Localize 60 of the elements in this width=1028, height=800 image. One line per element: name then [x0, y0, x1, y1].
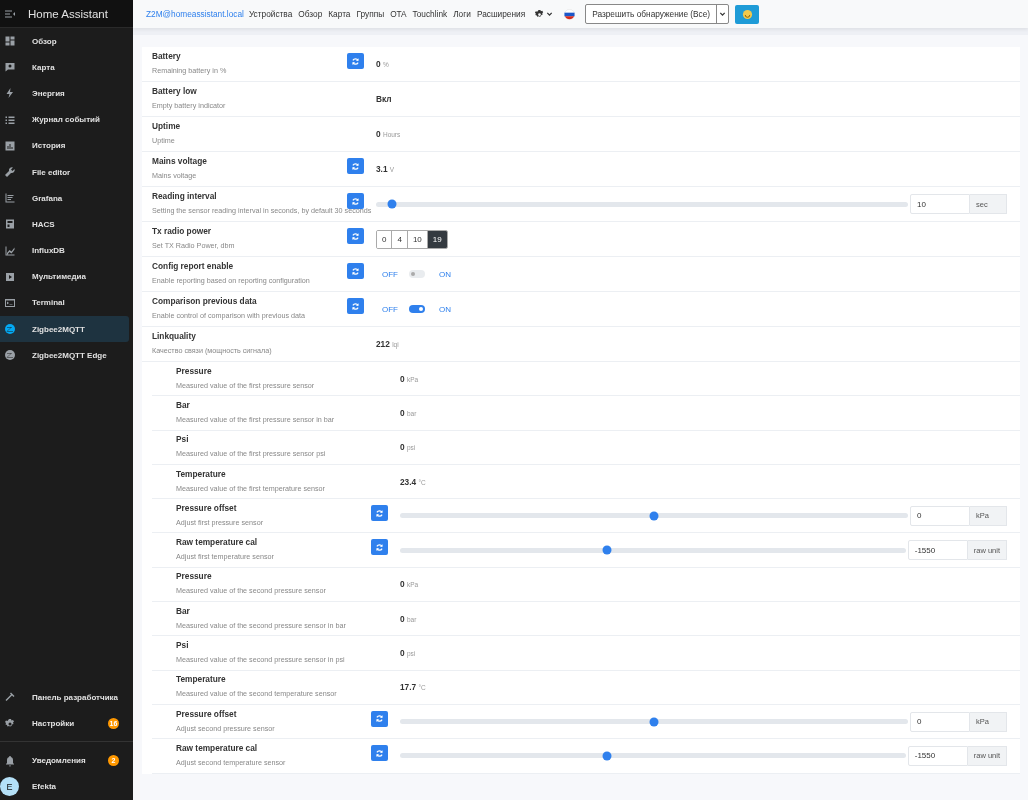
off-label[interactable]: OFF	[382, 269, 398, 279]
sidebar-item[interactable]: Мультимедиа	[0, 263, 133, 290]
feature-title: Battery	[152, 51, 182, 61]
feature-title: Temperature	[176, 674, 227, 685]
feature-title: Battery low	[152, 86, 198, 96]
sidebar-item[interactable]: Панель разработчика	[0, 684, 133, 711]
nav-link[interactable]: Расширения	[476, 9, 526, 19]
option-button[interactable]: 0	[377, 230, 393, 248]
feature-title: Comparison previous data	[152, 296, 258, 306]
feature-title: Reading interval	[152, 191, 218, 201]
sidebar-item[interactable]: HACS	[0, 211, 133, 238]
app-title: Home Assistant	[28, 7, 108, 20]
sidebar-item[interactable]: Журнал событий	[0, 106, 133, 133]
avatar: E	[0, 777, 19, 797]
sidebar-item[interactable]: История	[0, 132, 133, 159]
sidebar-item[interactable]: Zigbee2MQTT	[0, 316, 129, 343]
sidebar-item[interactable]: Обзор	[0, 28, 133, 55]
value-text: Вкл	[376, 94, 392, 104]
brand-link[interactable]: Z2M@homeassistant.local	[146, 9, 244, 19]
feature-title: Psi	[176, 434, 190, 445]
sidebar-item[interactable]: Grafana	[0, 185, 133, 212]
feature-title: Bar	[176, 399, 191, 410]
feature-title: Bar	[176, 605, 191, 616]
feature-title: Linkquality	[152, 331, 197, 341]
feature-title: Uptime	[152, 121, 182, 131]
feature-title: Temperature	[176, 468, 227, 479]
on-label[interactable]: ON	[439, 269, 451, 279]
nav-link[interactable]: Устройства	[248, 9, 293, 19]
sidebar-item[interactable]: Terminal	[0, 289, 133, 317]
feature-title: Tx radio power	[152, 226, 212, 236]
number-input[interactable]: -1550	[907, 540, 968, 561]
nav-link[interactable]: Логи	[453, 9, 471, 19]
sidebar-item[interactable]: InfluxDB	[0, 237, 133, 264]
feature-title: Raw temperature cal	[176, 742, 259, 753]
nav-link[interactable]: Группы	[356, 9, 385, 19]
nav-link[interactable]: OTA	[390, 9, 407, 19]
nav-link[interactable]: Touchlink	[412, 9, 448, 19]
feature-title: Pressure offset	[176, 502, 238, 513]
number-input[interactable]: 10	[910, 194, 970, 214]
feature-title: Pressure	[176, 365, 213, 376]
sidebar-item[interactable]: Zigbee2MQTT Edge	[0, 342, 133, 369]
feature-title: Psi	[176, 640, 190, 650]
number-input[interactable]: -1550	[907, 745, 968, 766]
number-input[interactable]: 0	[910, 711, 970, 732]
on-label[interactable]: ON	[439, 304, 451, 314]
feature-title: Pressure	[176, 571, 213, 582]
nav-link[interactable]: Карта	[328, 9, 351, 19]
user-item[interactable]: E Efekta	[0, 773, 133, 800]
number-input[interactable]: 0	[910, 505, 970, 526]
nav-link[interactable]: Обзор	[298, 9, 323, 19]
option-button[interactable]: 19	[427, 230, 447, 248]
permit-join-select[interactable]: Разрешить обнаружение (Все)	[585, 4, 730, 24]
feature-title: Mains voltage	[152, 156, 208, 166]
feature-title: Config report enable	[152, 261, 235, 271]
feature-title: Pressure offset	[176, 708, 238, 719]
sidebar-item[interactable]: Энергия	[0, 80, 133, 107]
sidebar-item[interactable]: File editor	[0, 158, 133, 186]
off-label[interactable]: OFF	[382, 304, 398, 314]
feature-title: Raw temperature cal	[176, 537, 259, 548]
sidebar-item[interactable]: Карта	[0, 54, 133, 81]
